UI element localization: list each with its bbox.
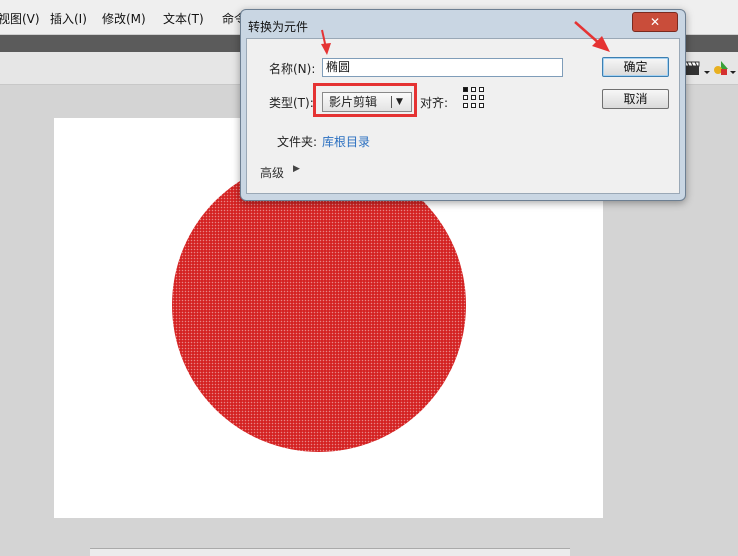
advanced-toggle[interactable]: 高级 bbox=[260, 164, 284, 181]
type-label: 类型(T): bbox=[269, 96, 314, 110]
ellipse-shape[interactable] bbox=[172, 158, 466, 452]
dialog-title: 转换为元件 bbox=[248, 20, 309, 34]
menu-modify[interactable]: 修改(M) bbox=[102, 10, 146, 27]
library-root-link[interactable]: 库根目录 bbox=[322, 133, 370, 150]
shapes-icon[interactable] bbox=[713, 60, 729, 76]
cancel-button[interactable]: 取消 bbox=[602, 89, 669, 109]
highlight-box-annotation bbox=[313, 83, 417, 117]
dropdown-arrow-icon[interactable] bbox=[729, 60, 737, 76]
folder-label: 文件夹: bbox=[277, 135, 318, 149]
align-label: 对齐: bbox=[420, 96, 449, 110]
clapper-icon[interactable] bbox=[684, 60, 700, 76]
name-input[interactable] bbox=[322, 58, 563, 77]
dropdown-arrow-icon[interactable] bbox=[703, 60, 711, 76]
close-icon[interactable]: ✕ bbox=[632, 12, 678, 32]
ok-button[interactable]: 确定 bbox=[602, 57, 669, 77]
expand-arrow-icon[interactable]: ▶ bbox=[293, 164, 300, 174]
name-label: 名称(N): bbox=[269, 62, 316, 76]
menu-text[interactable]: 文本(T) bbox=[163, 10, 204, 27]
dialog-body: 名称(N): 类型(T): 影片剪辑 ▼ 对齐: 文件夹: 库根目录 高级 ▶ … bbox=[246, 38, 680, 194]
align-grid-icon[interactable] bbox=[463, 87, 487, 111]
convert-to-symbol-dialog: 转换为元件 ✕ 名称(N): 类型(T): 影片剪辑 ▼ 对齐: 文件夹: 库根… bbox=[240, 9, 686, 201]
menu-view[interactable]: 视图(V) bbox=[0, 10, 40, 27]
menu-insert[interactable]: 插入(I) bbox=[50, 10, 87, 27]
